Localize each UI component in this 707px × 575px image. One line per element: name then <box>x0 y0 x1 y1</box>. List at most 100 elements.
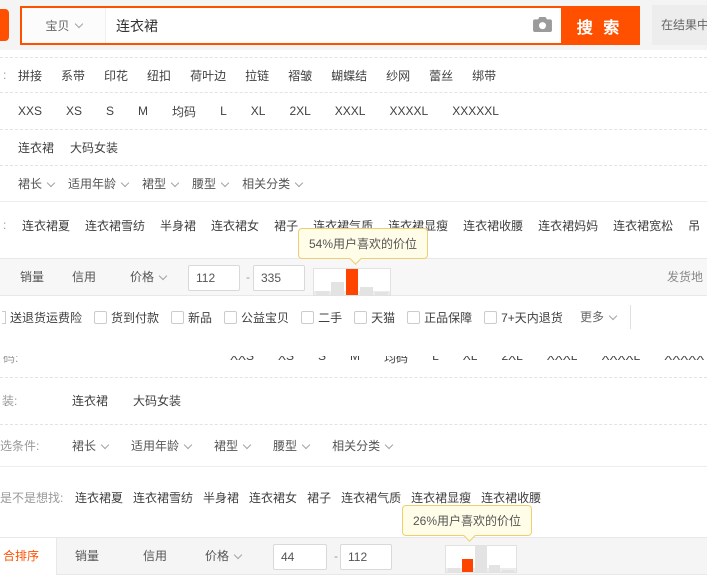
category-filter-option[interactable]: 连衣裙 <box>72 392 108 409</box>
size-filter-option[interactable]: M <box>138 104 148 118</box>
size-filter-option[interactable]: S <box>106 104 114 118</box>
histogram-bar[interactable] <box>330 282 344 295</box>
related-search-link[interactable]: 吊 <box>688 217 700 234</box>
search-input[interactable] <box>106 8 523 43</box>
checkbox-icon[interactable] <box>407 310 421 324</box>
related-search-link[interactable]: 连衣裙雪纺 <box>133 489 193 506</box>
size-filter-option[interactable]: XXXL <box>547 356 578 366</box>
histogram-bar[interactable] <box>360 287 374 295</box>
size-filter-option[interactable]: 均码 <box>384 356 408 366</box>
style-filter-option[interactable]: 拉链 <box>245 67 269 84</box>
size-filter-option[interactable]: XXS <box>230 356 254 366</box>
related-search-link[interactable]: 裙子 <box>307 489 331 506</box>
checkbox-icon[interactable] <box>301 310 315 324</box>
related-search-link[interactable]: 连衣裙雪纺 <box>85 217 145 234</box>
filter-dropdown-related-category[interactable]: 相关分类 <box>242 175 304 192</box>
style-filter-option[interactable]: 绑带 <box>472 67 496 84</box>
sort-sales[interactable]: 销量 <box>20 259 44 296</box>
histogram-bar[interactable] <box>375 292 388 295</box>
related-search-link[interactable]: 半身裙 <box>160 217 196 234</box>
histogram-bar[interactable] <box>448 568 460 572</box>
style-filter-option[interactable]: 纽扣 <box>147 67 171 84</box>
service-filter-clipped[interactable]: 送退货运费险 <box>2 309 82 326</box>
related-search-link[interactable]: 连衣裙妈妈 <box>538 217 598 234</box>
service-filter[interactable]: 二手 <box>301 309 342 326</box>
size-filter-option[interactable]: XXXXL <box>389 104 428 118</box>
service-filter[interactable]: 正品保障 <box>407 309 472 326</box>
checkbox-icon[interactable] <box>484 310 498 324</box>
filter-dropdown-skirt-type[interactable]: 裙型 <box>142 175 180 192</box>
service-filter[interactable]: 公益宝贝 <box>224 309 289 326</box>
size-filter-option[interactable]: XXXXX <box>664 356 704 366</box>
search-category-dropdown[interactable]: 宝贝 <box>22 8 106 43</box>
category-filter-option[interactable]: 大码女装 <box>133 392 181 409</box>
service-filter[interactable]: 天猫 <box>354 309 395 326</box>
size-filter-option[interactable]: XL <box>251 104 266 118</box>
price-min-input[interactable] <box>188 265 240 291</box>
related-search-link[interactable]: 连衣裙女 <box>249 489 297 506</box>
style-filter-option[interactable]: 印花 <box>104 67 128 84</box>
size-filter-option[interactable]: 2XL <box>289 104 310 118</box>
ship-from-filter[interactable]: 发货地 <box>667 259 703 296</box>
service-filter[interactable]: 货到付款 <box>94 309 159 326</box>
price-histogram[interactable] <box>313 268 391 296</box>
histogram-bar[interactable] <box>316 291 329 295</box>
size-filter-option[interactable]: 均码 <box>172 103 196 120</box>
size-filter-option[interactable]: XS <box>278 356 294 366</box>
related-search-link[interactable]: 连衣裙宽松 <box>613 217 673 234</box>
related-search-link[interactable]: 连衣裙气质 <box>341 489 401 506</box>
style-filter-option[interactable]: 拼接 <box>18 67 42 84</box>
price-histogram[interactable] <box>445 545 517 573</box>
sort-price[interactable]: 价格 <box>205 538 243 575</box>
price-max-input[interactable] <box>340 544 392 570</box>
sort-tab-comprehensive[interactable]: 合排序 <box>0 538 57 575</box>
category-filter-option[interactable]: 连衣裙 <box>18 139 54 156</box>
style-filter-option[interactable]: 系带 <box>61 67 85 84</box>
size-filter-option[interactable]: 2XL <box>501 356 522 366</box>
related-search-link[interactable]: 半身裙 <box>203 489 239 506</box>
filter-dropdown-age[interactable]: 适用年龄 <box>131 437 193 454</box>
filter-dropdown-skirt-type[interactable]: 裙型 <box>214 437 252 454</box>
related-search-link[interactable]: 连衣裙显瘦 <box>411 489 471 506</box>
checkbox-icon[interactable] <box>94 310 108 324</box>
sort-credit[interactable]: 信用 <box>72 259 96 296</box>
filter-dropdown-skirt-length[interactable]: 裙长 <box>18 175 56 192</box>
filter-dropdown-age[interactable]: 适用年龄 <box>68 175 130 192</box>
related-search-link[interactable]: 连衣裙收腰 <box>481 489 541 506</box>
checkbox-icon[interactable] <box>224 310 238 324</box>
image-search-button[interactable] <box>523 8 561 43</box>
more-filters-button[interactable]: 更多 <box>580 296 618 338</box>
size-filter-option[interactable]: XXXXL <box>601 356 640 366</box>
style-filter-option[interactable]: 荷叶边 <box>190 67 226 84</box>
histogram-bar-selected[interactable] <box>345 269 359 295</box>
search-button[interactable]: 搜 索 <box>561 8 638 43</box>
histogram-bar-selected[interactable] <box>461 559 474 572</box>
histogram-bar[interactable] <box>475 546 487 572</box>
size-filter-option[interactable]: M <box>350 356 360 366</box>
related-search-link[interactable]: 连衣裙收腰 <box>463 217 523 234</box>
checkbox-icon[interactable] <box>354 310 368 324</box>
service-filter[interactable]: 新品 <box>171 309 212 326</box>
filter-dropdown-waist[interactable]: 腰型 <box>192 175 230 192</box>
size-filter-option[interactable]: XXXL <box>335 104 366 118</box>
filter-dropdown-related-category[interactable]: 相关分类 <box>332 437 394 454</box>
related-search-link[interactable]: 裙子 <box>274 217 298 234</box>
sort-sales[interactable]: 销量 <box>75 538 99 575</box>
related-search-link[interactable]: 连衣裙女 <box>211 217 259 234</box>
size-filter-option[interactable]: XL <box>463 356 478 366</box>
size-filter-option[interactable]: XXXXXL <box>452 104 499 118</box>
size-filter-option[interactable]: XS <box>66 104 82 118</box>
histogram-bar[interactable] <box>488 565 501 572</box>
style-filter-option[interactable]: 纱网 <box>386 67 410 84</box>
search-in-results-option[interactable]: 在结果中 <box>652 5 707 45</box>
sort-credit[interactable]: 信用 <box>143 538 167 575</box>
size-filter-option[interactable]: L <box>220 104 227 118</box>
price-min-input[interactable] <box>273 544 327 570</box>
style-filter-option[interactable]: 褶皱 <box>288 67 312 84</box>
size-filter-option[interactable]: S <box>318 356 326 366</box>
size-filter-option[interactable]: L <box>432 356 439 366</box>
histogram-bar[interactable] <box>502 570 514 572</box>
related-search-link[interactable]: 连衣裙夏 <box>22 217 70 234</box>
filter-dropdown-waist[interactable]: 腰型 <box>273 437 311 454</box>
style-filter-option[interactable]: 蕾丝 <box>429 67 453 84</box>
